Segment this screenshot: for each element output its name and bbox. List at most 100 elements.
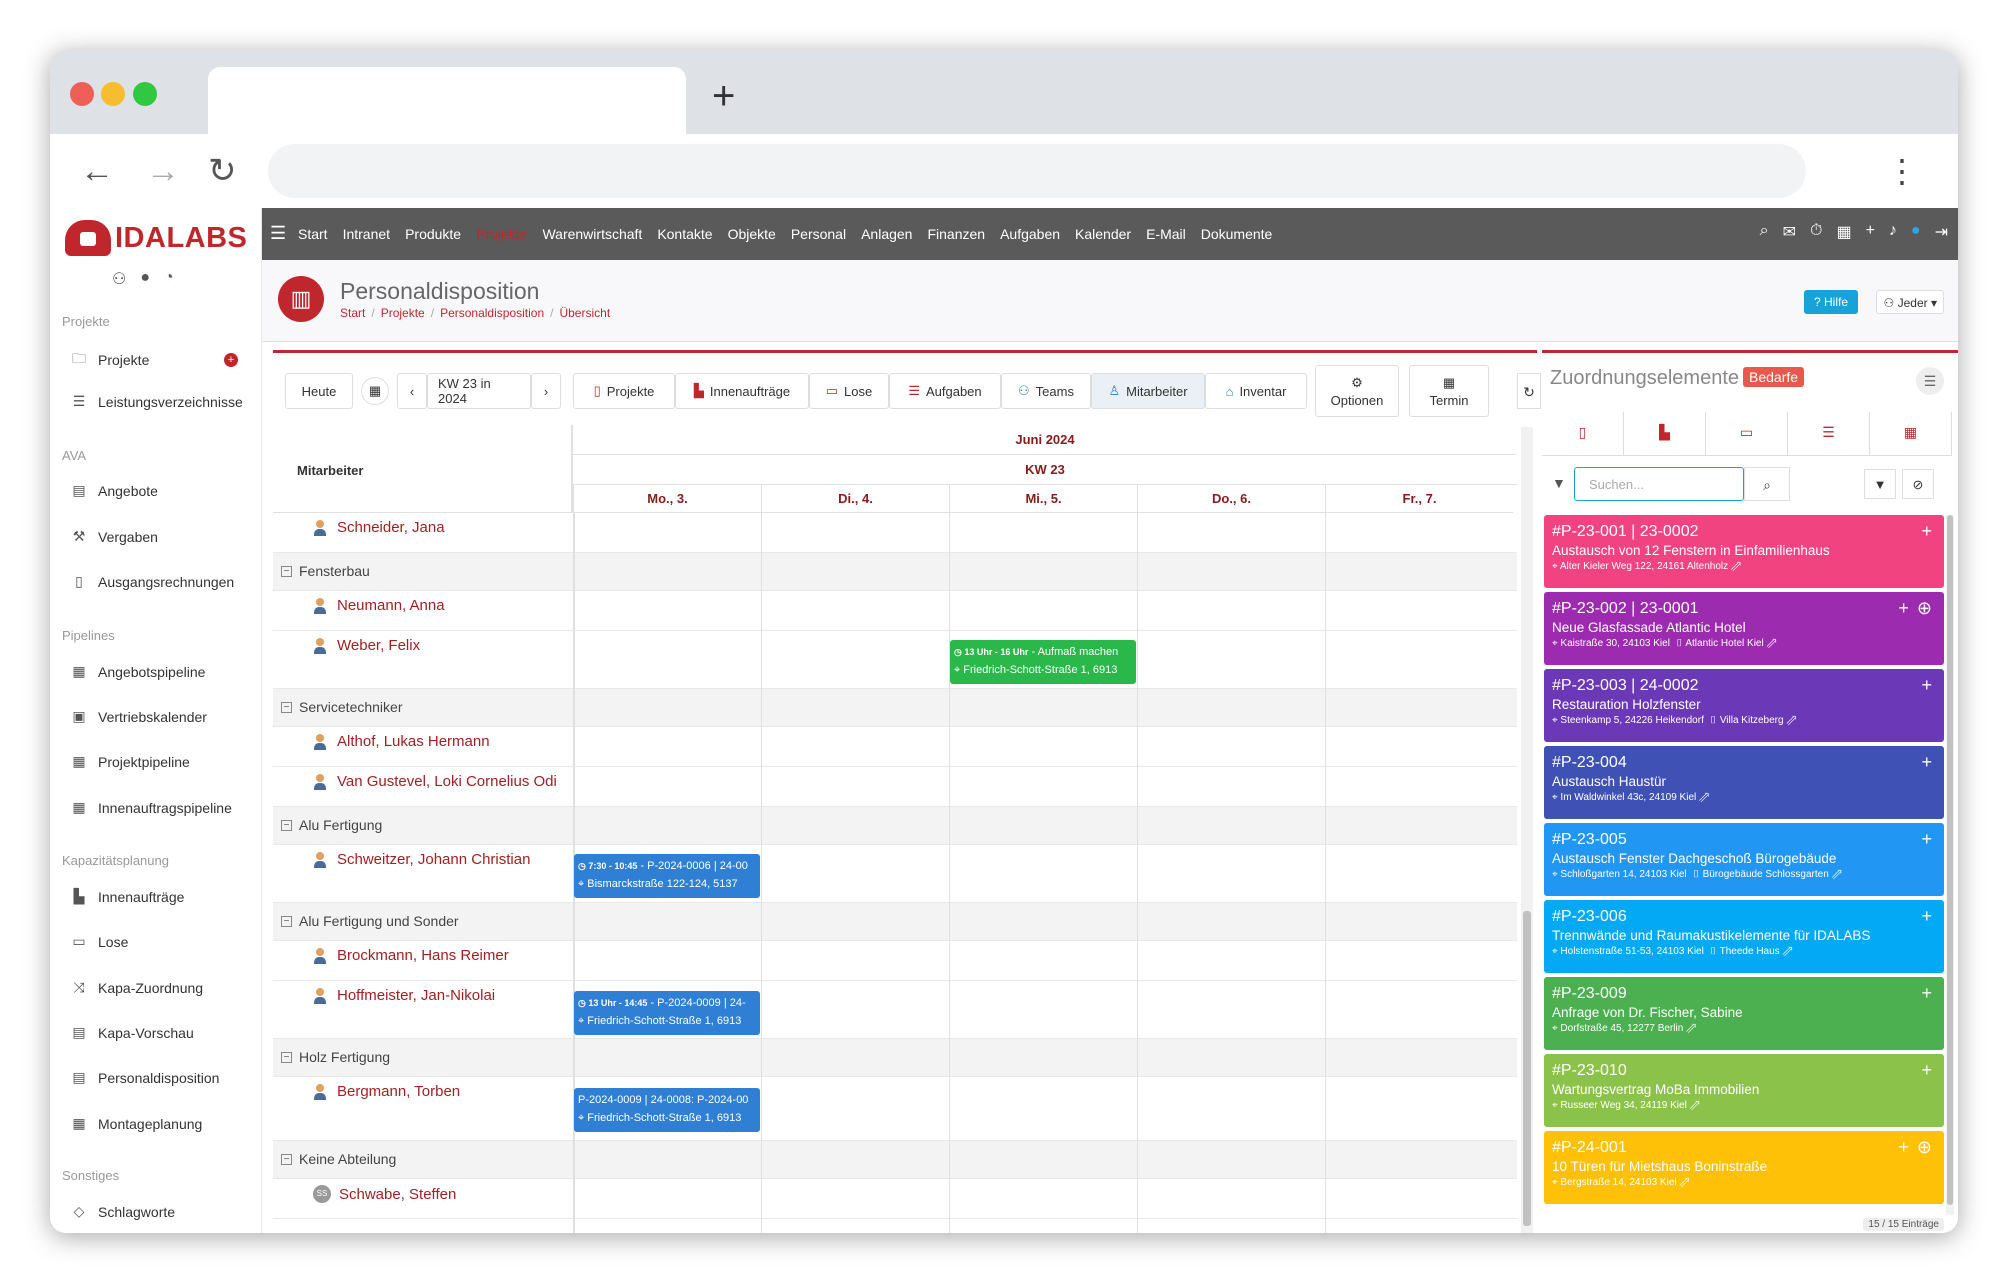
add-icon[interactable]: + [1921, 1060, 1932, 1081]
sidebar-item-innenauftragspipeline[interactable]: ▦ Innenauftragspipeline [68, 799, 258, 816]
group-toggle[interactable]: − Fensterbau [281, 563, 370, 579]
scrollbar-thumb[interactable] [1523, 911, 1531, 1226]
tab-lose[interactable]: ▭ Lose [809, 373, 889, 409]
card-address[interactable]: Dorfstraße 45, 12277 Berlin [1560, 1023, 1683, 1034]
card-object[interactable]: Bürogebäude Schlossgarten [1703, 869, 1829, 880]
today-button[interactable]: Heute [285, 373, 353, 409]
card-object[interactable]: Atlantic Hotel Kiel [1685, 638, 1763, 649]
next-week-button[interactable]: › [531, 373, 561, 409]
sidebar-item-projekte[interactable]: 🗀 Projekte + [68, 348, 258, 372]
card-address[interactable]: Steenkamp 5, 24226 Heikendorf [1560, 715, 1703, 726]
employee-name[interactable]: Schweitzer, Johann Christian [313, 851, 571, 868]
week-label[interactable]: KW 23 in 2024 [427, 373, 531, 409]
sidebar-item-angebote[interactable]: ▤ Angebote [68, 482, 258, 499]
add-icon[interactable]: + [1898, 1137, 1909, 1158]
employee-name[interactable]: Hoffmeister, Jan-Nikolai [313, 987, 571, 1004]
breadcrumb-personaldisposition[interactable]: Personaldisposition [440, 306, 544, 320]
external-link-icon[interactable]: ⇗ [1782, 946, 1792, 957]
employee-name[interactable]: Althof, Lukas Hermann [313, 733, 571, 750]
assignment-card[interactable]: #P-23-010 Wartungsvertrag MoBa Immobilie… [1544, 1054, 1944, 1127]
cards-scrollbar[interactable] [1946, 515, 1954, 1215]
group-toggle[interactable]: − Holz Fertigung [281, 1049, 390, 1065]
external-link-icon[interactable]: ⇗ [1767, 638, 1777, 649]
reload-icon[interactable]: ↻ [208, 144, 237, 198]
prev-week-button[interactable]: ‹ [397, 373, 427, 409]
breadcrumb-start[interactable]: Start [340, 306, 365, 320]
card-address[interactable]: Russeer Weg 34, 24119 Kiel [1560, 1100, 1686, 1111]
appointment-button[interactable]: ▦ Termin [1409, 365, 1489, 417]
external-link-icon[interactable]: ⇗ [1699, 792, 1709, 803]
clear-filter-button[interactable]: ⊘ [1902, 469, 1934, 499]
tab-teams[interactable]: ⚇ Teams [1001, 373, 1091, 409]
status-dot-icon[interactable]: ● [1911, 222, 1921, 242]
card-address[interactable]: Kaistraße 30, 24103 Kiel [1560, 638, 1670, 649]
tab-aufgaben[interactable]: ☰ Aufgaben [889, 373, 1001, 409]
forward-arrow-icon[interactable]: → [146, 144, 180, 198]
add-badge-icon[interactable]: + [224, 353, 238, 367]
nav-start[interactable]: Start [298, 226, 328, 242]
nav-intranet[interactable]: Intranet [343, 226, 390, 242]
back-arrow-icon[interactable]: ← [80, 144, 114, 198]
tab-calendar-icon[interactable]: ▦ [1870, 412, 1952, 455]
sidebar-item-personaldisposition[interactable]: ▤ Personaldisposition [68, 1069, 258, 1086]
add-icon[interactable]: + [1921, 983, 1932, 1004]
help-button[interactable]: ? Hilfe [1803, 290, 1858, 314]
card-address[interactable]: Alter Kieler Weg 122, 24161 Altenholz [1560, 561, 1728, 572]
search-icon[interactable]: ⌕ [1760, 222, 1769, 242]
employee-name[interactable]: Weber, Felix [313, 637, 571, 654]
search-icon[interactable]: ⌕ [1744, 467, 1790, 501]
nav-aufgaben[interactable]: Aufgaben [1000, 226, 1060, 242]
sidebar-item-vertriebskalender[interactable]: ▣ Vertriebskalender [68, 708, 258, 725]
card-object[interactable]: Theede Haus [1720, 946, 1780, 957]
nav-personal[interactable]: Personal [791, 226, 846, 242]
plus-icon[interactable]: + [1866, 222, 1875, 242]
card-object[interactable]: Villa Kitzeberg [1720, 715, 1784, 726]
group-toggle[interactable]: − Keine Abteilung [281, 1151, 396, 1167]
assignment-card[interactable]: #P-24-001 10 Türen für Mietshaus Boninst… [1544, 1131, 1944, 1204]
card-address[interactable]: Holstenstraße 51-53, 24103 Kiel [1560, 946, 1703, 957]
employee-name[interactable]: SS Schwabe, Steffen [313, 1185, 571, 1203]
nav-finanzen[interactable]: Finanzen [927, 226, 985, 242]
sidebar-item-lose[interactable]: ▭ Lose [68, 933, 258, 950]
breadcrumb-projekte[interactable]: Projekte [381, 306, 425, 320]
sidebar-item-innenauftraege[interactable]: ▙ Innenaufträge [68, 888, 258, 905]
nav-email[interactable]: E-Mail [1146, 226, 1186, 242]
group-toggle[interactable]: − Alu Fertigung [281, 817, 382, 833]
sidebar-item-kapa-vorschau[interactable]: ▤ Kapa-Vorschau [68, 1024, 258, 1041]
tab-inventar[interactable]: ⌂ Inventar [1205, 373, 1307, 409]
group-toggle[interactable]: − Servicetechniker [281, 699, 403, 715]
sidebar-item-ausgangsrechnungen[interactable]: ▯ Ausgangsrechnungen [68, 573, 258, 590]
tab-lots-icon[interactable]: ▭ [1706, 412, 1788, 455]
zoom-icon[interactable]: ⊕ [1917, 1137, 1932, 1158]
group-toggle[interactable]: − Alu Fertigung und Sonder [281, 913, 459, 929]
schedule-event[interactable]: ◷ 13 Uhr - 14:45 - P-2024-0009 | 24- ⌖ F… [574, 991, 760, 1035]
filter-icon[interactable]: ▼ [1552, 475, 1566, 491]
add-icon[interactable]: + [1921, 675, 1932, 696]
tab-projekte[interactable]: ▯ Projekte [573, 373, 675, 409]
nav-dokumente[interactable]: Dokumente [1201, 226, 1273, 242]
visibility-dropdown[interactable]: ⚇ Jeder ▾ [1876, 290, 1944, 314]
card-address[interactable]: Bergstraße 14, 24103 Kiel [1560, 1177, 1676, 1188]
hamburger-menu-icon[interactable]: ☰ [270, 223, 286, 244]
schedule-event[interactable]: ◷ 13 Uhr - 16 Uhr - Aufmaß machen ⌖ Frie… [950, 640, 1136, 684]
logo[interactable]: IDALABS [65, 216, 247, 260]
add-icon[interactable]: + [1921, 521, 1932, 542]
bedarfe-badge[interactable]: Bedarfe [1743, 367, 1805, 387]
sidebar-item-angebotspipeline[interactable]: ▦ Angebotspipeline [68, 663, 258, 680]
close-window-button[interactable] [70, 82, 94, 106]
scrollbar-thumb[interactable] [1947, 515, 1953, 1205]
assignment-card[interactable]: #P-23-005 Austausch Fenster Dachgeschoß … [1544, 823, 1944, 896]
filter-button[interactable]: ▼ [1864, 469, 1896, 499]
sidebar-item-projektpipeline[interactable]: ▦ Projektpipeline [68, 753, 258, 770]
browser-tab[interactable] [208, 67, 686, 134]
nav-kontakte[interactable]: Kontakte [657, 226, 712, 242]
card-address[interactable]: Schloßgarten 14, 24103 Kiel [1560, 869, 1686, 880]
user-icon[interactable]: ● [140, 269, 150, 289]
sidebar-item-schlagworte[interactable]: ◇ Schlagworte [68, 1203, 258, 1220]
external-link-icon[interactable]: ⇗ [1786, 715, 1796, 726]
assignment-card[interactable]: #P-23-003 | 24-0002 Restauration Holzfen… [1544, 669, 1944, 742]
add-icon[interactable]: + [1898, 598, 1909, 619]
nav-kalender[interactable]: Kalender [1075, 226, 1131, 242]
assignment-card[interactable]: #P-23-006 Trennwände und Raumakustikelem… [1544, 900, 1944, 973]
bell-icon[interactable]: ♪ [1889, 222, 1897, 242]
